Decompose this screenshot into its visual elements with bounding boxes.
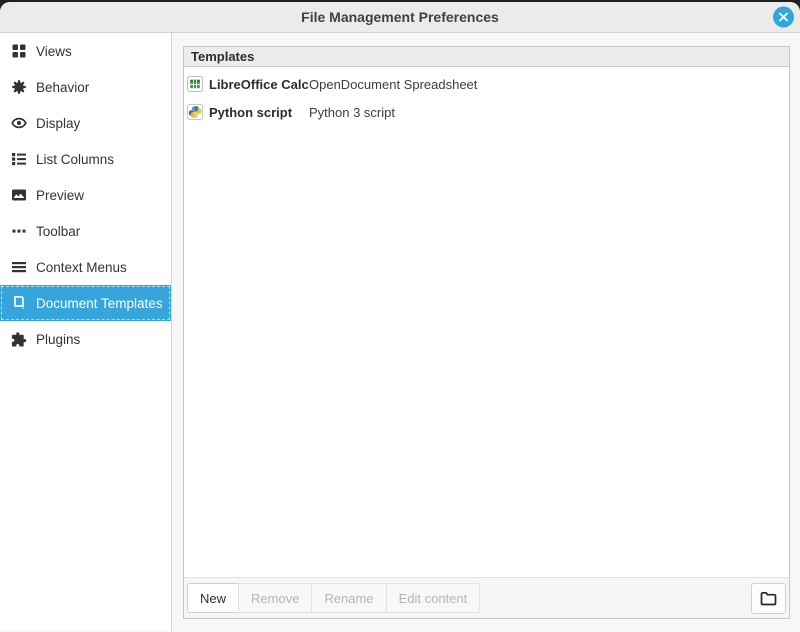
remove-button[interactable]: Remove [238, 583, 312, 613]
template-description: OpenDocument Spreadsheet [309, 77, 477, 92]
document-icon [11, 295, 27, 311]
sidebar-item-display[interactable]: Display [0, 105, 171, 141]
sidebar-item-preview[interactable]: Preview [0, 177, 171, 213]
sidebar-item-views[interactable]: Views [0, 33, 171, 69]
sidebar-item-document-templates[interactable]: Document Templates [0, 285, 171, 321]
sidebar-item-label: Views [36, 44, 72, 59]
sidebar-item-label: Context Menus [36, 260, 127, 275]
sidebar-item-toolbar[interactable]: Toolbar [0, 213, 171, 249]
titlebar: File Management Preferences [0, 2, 800, 33]
libreoffice-calc-icon [187, 76, 203, 92]
sidebar-item-label: Behavior [36, 80, 89, 95]
sidebar-item-label: Display [36, 116, 80, 131]
sidebar-item-label: Plugins [36, 332, 80, 347]
sidebar-item-label: Preview [36, 188, 84, 203]
templates-action-bar: New Remove Rename Edit content [184, 577, 789, 618]
template-row-libreoffice-calc[interactable]: LibreOffice Calc OpenDocument Spreadshee… [184, 70, 789, 98]
folder-icon [760, 591, 777, 606]
sidebar: Views Behavior [0, 33, 172, 631]
puzzle-icon [11, 331, 27, 347]
python-icon [187, 104, 203, 120]
open-templates-folder-button[interactable] [751, 583, 786, 614]
templates-column-header: Templates [184, 47, 789, 67]
sidebar-item-label: Toolbar [36, 224, 80, 239]
sidebar-item-plugins[interactable]: Plugins [0, 321, 171, 357]
template-name: LibreOffice Calc [209, 77, 309, 92]
template-row-python-script[interactable]: Python script Python 3 script [184, 98, 789, 126]
sidebar-item-list-columns[interactable]: List Columns [0, 141, 171, 177]
edit-content-button[interactable]: Edit content [386, 583, 481, 613]
close-icon [778, 12, 789, 23]
template-buttons-group: New Remove Rename Edit content [187, 583, 480, 613]
hamburger-icon [11, 259, 27, 275]
template-name: Python script [209, 105, 309, 120]
gear-icon [11, 79, 27, 95]
templates-list: LibreOffice Calc OpenDocument Spreadshee… [184, 67, 789, 577]
window-title: File Management Preferences [301, 9, 499, 25]
new-button[interactable]: New [187, 583, 239, 613]
window-content: Views Behavior [0, 33, 800, 631]
sidebar-item-context-menus[interactable]: Context Menus [0, 249, 171, 285]
list-columns-icon [11, 151, 27, 167]
preferences-window: File Management Preferences Views [0, 2, 800, 632]
grid-icon [11, 43, 27, 59]
sidebar-item-label: Document Templates [36, 296, 163, 311]
template-description: Python 3 script [309, 105, 395, 120]
photo-icon [11, 187, 27, 203]
ellipsis-icon [11, 223, 27, 239]
templates-frame: Templates LibreOffice Calc [183, 46, 790, 619]
sidebar-item-behavior[interactable]: Behavior [0, 69, 171, 105]
sidebar-item-label: List Columns [36, 152, 114, 167]
main-panel: Templates LibreOffice Calc [172, 33, 800, 631]
close-button[interactable] [773, 7, 794, 28]
eye-icon [11, 115, 27, 131]
rename-button[interactable]: Rename [311, 583, 386, 613]
